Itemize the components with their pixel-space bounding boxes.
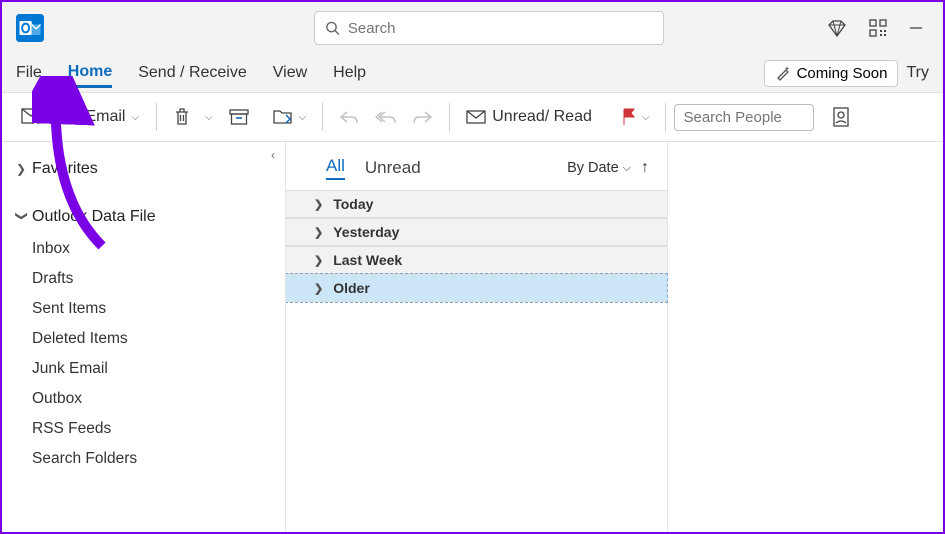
folder-item[interactable]: Outbox (32, 384, 285, 414)
trash-icon (173, 107, 191, 127)
chevron-down-icon[interactable]: ⌵ (299, 112, 307, 123)
move-button[interactable]: ⌵ (265, 104, 315, 130)
chevron-down-icon[interactable]: ⌵ (205, 112, 213, 123)
folder-pane: ‹ ❯ Favorites ❯ Outlook Data File InboxD… (2, 142, 286, 532)
flag-button[interactable]: ⌵ (614, 104, 658, 130)
new-email-button[interactable]: New Email ⌵ (12, 103, 148, 131)
group-label: Today (333, 196, 373, 212)
menu-view[interactable]: View (273, 60, 307, 86)
menu-help[interactable]: Help (333, 60, 366, 86)
ribbon-toolbar: New Email ⌵ ⌵ ⌵ Unread/ Read ⌵ (2, 92, 943, 142)
sort-dropdown[interactable]: By Date ⌵ (567, 160, 631, 176)
menu-file[interactable]: File (16, 60, 42, 86)
forward-button[interactable] (405, 105, 441, 129)
menu-send-receive[interactable]: Send / Receive (138, 60, 247, 86)
try-button[interactable]: Try (906, 64, 929, 82)
content-area: ‹ ❯ Favorites ❯ Outlook Data File InboxD… (2, 142, 943, 532)
folder-item[interactable]: Drafts (32, 264, 285, 294)
search-input[interactable] (348, 20, 653, 37)
filter-all-tab[interactable]: All (326, 156, 345, 180)
flag-icon (622, 108, 636, 126)
qr-icon[interactable] (869, 19, 887, 37)
folder-item[interactable]: Junk Email (32, 354, 285, 384)
delete-button[interactable] (165, 103, 199, 131)
folder-item[interactable]: Inbox (32, 234, 285, 264)
forward-icon (413, 109, 433, 125)
data-file-group[interactable]: ❯ Outlook Data File (2, 200, 285, 234)
chevron-right-icon: ❯ (16, 162, 28, 176)
unread-read-label: Unread/ Read (492, 108, 592, 126)
search-people-input[interactable] (674, 104, 814, 131)
unread-read-button[interactable]: Unread/ Read (458, 104, 600, 130)
chevron-right-icon: ❯ (314, 198, 323, 211)
chevron-down-icon[interactable]: ⌵ (642, 112, 650, 123)
reply-all-icon (375, 109, 397, 125)
contact-icon (832, 107, 850, 127)
chevron-down-icon: ❯ (15, 211, 29, 223)
chevron-right-icon: ❯ (314, 226, 323, 239)
favorites-label: Favorites (32, 160, 98, 178)
sort-direction-button[interactable]: ↑ (641, 159, 649, 177)
search-box[interactable] (314, 11, 664, 45)
wand-icon (775, 65, 791, 81)
premium-icon[interactable] (827, 18, 847, 38)
message-group-row[interactable]: ❯ Last Week (286, 246, 667, 274)
group-label: Last Week (333, 252, 402, 268)
group-label: Yesterday (333, 224, 399, 240)
mail-icon (466, 109, 486, 125)
collapse-sidebar-button[interactable]: ‹ (271, 148, 275, 162)
chevron-down-icon: ⌵ (623, 162, 631, 175)
outlook-logo (16, 14, 44, 42)
chevron-down-icon[interactable]: ⌵ (131, 112, 139, 123)
folder-item[interactable]: RSS Feeds (32, 414, 285, 444)
menu-bar: File Home Send / Receive View Help Comin… (2, 54, 943, 92)
minimize-button[interactable] (909, 21, 923, 35)
group-label: Older (333, 280, 370, 296)
chevron-right-icon: ❯ (314, 254, 323, 267)
folder-item[interactable]: Sent Items (32, 294, 285, 324)
reply-all-button[interactable] (367, 105, 405, 129)
reply-icon (339, 109, 359, 125)
coming-soon-button[interactable]: Coming Soon (764, 60, 899, 87)
data-file-label: Outlook Data File (32, 208, 156, 226)
search-icon (325, 20, 340, 36)
archive-icon (229, 109, 249, 125)
reply-button[interactable] (331, 105, 367, 129)
folder-move-icon (273, 108, 293, 126)
chevron-right-icon: ❯ (314, 282, 323, 295)
folder-item[interactable]: Search Folders (32, 444, 285, 474)
message-group-row[interactable]: ❯ Today (286, 190, 667, 218)
new-email-label: New Email (49, 108, 125, 126)
sort-label: By Date (567, 160, 619, 176)
filter-unread-tab[interactable]: Unread (365, 158, 421, 178)
folder-item[interactable]: Deleted Items (32, 324, 285, 354)
menu-home[interactable]: Home (68, 59, 112, 88)
message-list-pane: All Unread By Date ⌵ ↑ ❯Today❯Yesterday❯… (286, 142, 668, 532)
mail-plus-icon (21, 108, 43, 126)
coming-soon-label: Coming Soon (797, 65, 888, 82)
archive-button[interactable] (221, 105, 257, 129)
message-group-row[interactable]: ❯ Yesterday (286, 218, 667, 246)
reading-pane (668, 142, 943, 532)
favorites-group[interactable]: ❯ Favorites (2, 152, 285, 186)
address-book-button[interactable] (824, 103, 858, 131)
message-group-row[interactable]: ❯ Older (286, 274, 667, 302)
title-bar (2, 2, 943, 54)
